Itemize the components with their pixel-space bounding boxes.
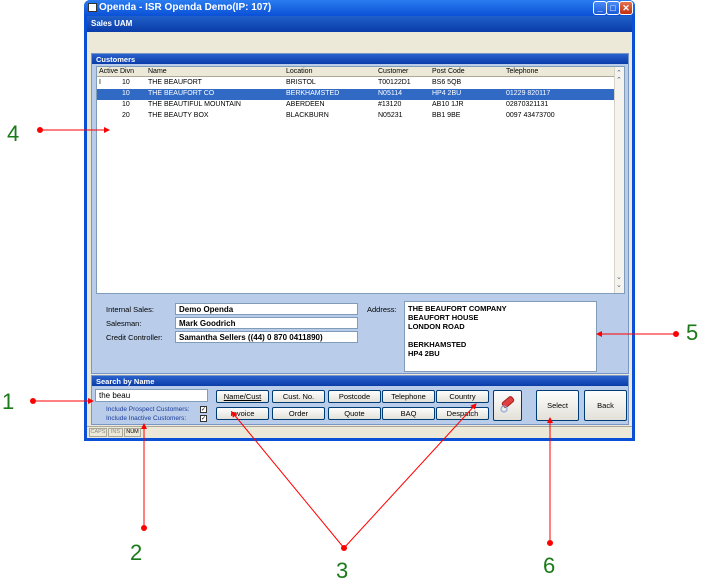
annotation-arrow-3a <box>231 411 345 549</box>
annotation-arrow-3b <box>343 403 477 549</box>
annotation-label-1: 1 <box>2 389 15 414</box>
annotation-dot <box>30 398 36 404</box>
annotation-dot <box>341 545 347 551</box>
annotation-label-6: 6 <box>543 553 556 578</box>
annotation-label-3: 3 <box>336 558 349 583</box>
annotation-label-5: 5 <box>686 320 699 345</box>
annotation-dot <box>673 331 679 337</box>
annotation-label-2: 2 <box>130 540 143 565</box>
annotation-label-4: 4 <box>7 121 20 146</box>
annotation-dot <box>37 127 43 133</box>
annotation-layer <box>30 127 679 551</box>
annotation-dot <box>141 525 147 531</box>
annotation-dot <box>547 540 553 546</box>
